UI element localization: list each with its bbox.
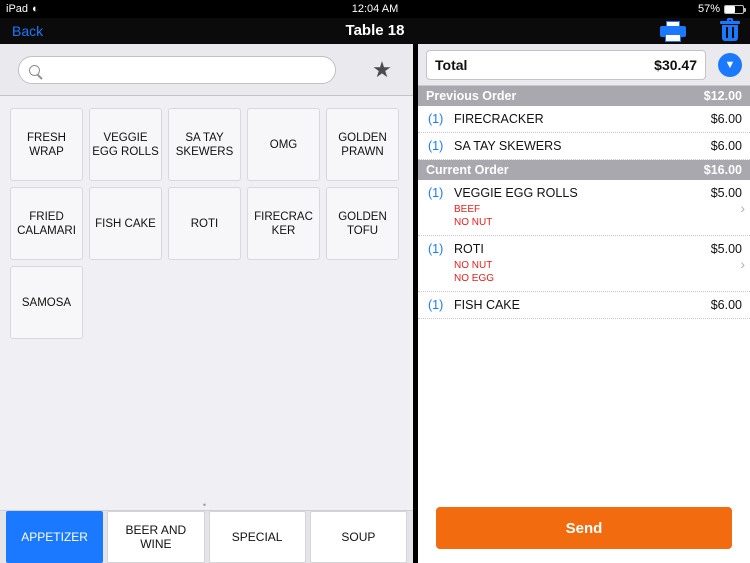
search-field[interactable] xyxy=(18,56,336,84)
order-section-amount: $16.00 xyxy=(703,163,742,177)
order-total-amount: $30.47 xyxy=(654,57,697,73)
order-section-header: Previous Order $12.00 xyxy=(418,86,750,106)
order-line-name: VEGGIE EGG ROLLS xyxy=(454,186,578,200)
navigation-actions xyxy=(660,18,740,42)
order-line-price: $5.00 xyxy=(710,186,742,200)
order-line-qty: (1) xyxy=(428,112,444,126)
main-content: ★ FRESH WRAP VEGGIE EGG ROLLS SA TAY SKE… xyxy=(0,44,750,563)
status-bar-right: 57% xyxy=(697,3,746,15)
order-line-price: $6.00 xyxy=(710,298,742,312)
menu-item-button[interactable]: VEGGIE EGG ROLLS xyxy=(89,108,162,181)
battery-icon xyxy=(724,4,746,14)
status-bar: iPad ◐ 12:04 AM 57% xyxy=(0,0,750,18)
order-total-bar: Total $30.47 ▼ xyxy=(418,44,750,86)
order-total-label: Total xyxy=(435,57,468,73)
menu-item-button[interactable]: OMG xyxy=(247,108,320,181)
navigation-bar: Back Table 18 xyxy=(0,18,750,44)
chevron-right-icon[interactable]: › xyxy=(740,200,745,216)
category-tab-appetizer[interactable]: APPETIZER xyxy=(6,511,104,563)
order-line-modifiers: NO NUT NO EGG xyxy=(454,259,742,285)
order-line-qty: (1) xyxy=(428,242,444,256)
order-line-list: Previous Order $12.00 (1) FIRECRACKER $6… xyxy=(418,86,750,486)
order-line-modifier: NO NUT xyxy=(454,260,493,271)
menu-item-button[interactable]: FRESH WRAP xyxy=(10,108,83,181)
page-title: Table 18 xyxy=(345,22,405,39)
order-line-price: $6.00 xyxy=(710,112,742,126)
printer-icon[interactable] xyxy=(660,20,686,42)
battery-percent-label: 57% xyxy=(697,3,720,15)
menu-item-grid: FRESH WRAP VEGGIE EGG ROLLS SA TAY SKEWE… xyxy=(0,96,413,500)
order-panel: Total $30.47 ▼ Previous Order $12.00 (1)… xyxy=(418,44,750,563)
order-line-price: $6.00 xyxy=(710,139,742,153)
search-bar: ★ xyxy=(0,44,413,96)
order-line-name: SA TAY SKEWERS xyxy=(454,139,562,153)
order-line-name: ROTI xyxy=(454,242,484,256)
order-line-qty: (1) xyxy=(428,298,444,312)
order-line-item[interactable]: (1) SA TAY SKEWERS $6.00 xyxy=(418,133,750,160)
menu-item-button[interactable]: FISH CAKE xyxy=(89,187,162,260)
chevron-right-icon[interactable]: › xyxy=(740,256,745,272)
order-line-qty: (1) xyxy=(428,139,444,153)
star-icon: ★ xyxy=(372,57,392,82)
order-line-modifier: BEEF xyxy=(454,204,481,215)
menu-item-button[interactable]: SAMOSA xyxy=(10,266,83,339)
menu-panel: ★ FRESH WRAP VEGGIE EGG ROLLS SA TAY SKE… xyxy=(0,44,413,563)
order-line-name: FIRECRACKER xyxy=(454,112,544,126)
category-tab-special[interactable]: SPECIAL xyxy=(208,511,306,563)
chevron-down-icon[interactable]: ▼ xyxy=(718,53,742,77)
menu-item-button[interactable]: FRIED CALAMARI xyxy=(10,187,83,260)
order-line-item[interactable]: (1) FIRECRACKER $6.00 xyxy=(418,106,750,133)
status-bar-clock: 12:04 AM xyxy=(351,3,399,15)
category-tab-soup[interactable]: SOUP xyxy=(309,511,407,563)
order-section-header: Current Order $16.00 xyxy=(418,160,750,180)
grid-page-indicator[interactable]: • xyxy=(0,501,413,510)
menu-item-button[interactable]: ROTI xyxy=(168,187,241,260)
favorites-button[interactable]: ★ xyxy=(361,56,403,84)
order-section-title: Previous Order xyxy=(426,89,517,103)
order-line-price: $5.00 xyxy=(710,242,742,256)
trash-icon[interactable] xyxy=(720,18,740,42)
category-tab-beer-and-wine[interactable]: BEER AND WINE xyxy=(107,511,205,563)
order-line-name: FISH CAKE xyxy=(454,298,520,312)
menu-item-button[interactable]: SA TAY SKEWERS xyxy=(168,108,241,181)
send-button[interactable]: Send xyxy=(436,507,732,549)
category-bar: APPETIZER BEER AND WINE SPECIAL SOUP xyxy=(0,510,413,563)
order-line-modifier: NO NUT xyxy=(454,217,493,228)
order-section-amount: $12.00 xyxy=(703,89,742,103)
order-line-item[interactable]: (1) VEGGIE EGG ROLLS $5.00 BEEF NO NUT › xyxy=(418,180,750,236)
order-section-title: Current Order xyxy=(426,163,509,177)
order-line-modifier: NO EGG xyxy=(454,273,495,284)
order-line-item[interactable]: (1) ROTI $5.00 NO NUT NO EGG › xyxy=(418,236,750,292)
menu-item-button[interactable]: GOLDEN PRAWN xyxy=(326,108,399,181)
order-line-qty: (1) xyxy=(428,186,444,200)
order-line-item[interactable]: (1) FISH CAKE $6.00 xyxy=(418,292,750,319)
menu-item-button[interactable]: FIRECRAC KER xyxy=(247,187,320,260)
menu-item-button[interactable]: GOLDEN TOFU xyxy=(326,187,399,260)
order-total-box[interactable]: Total $30.47 xyxy=(426,50,706,80)
search-icon xyxy=(29,64,40,76)
pos-app-screen: iPad ◐ 12:04 AM 57% Back Table 18 ★ FRES… xyxy=(0,0,750,563)
search-input[interactable] xyxy=(46,62,326,78)
order-line-modifiers: BEEF NO NUT xyxy=(454,203,742,229)
